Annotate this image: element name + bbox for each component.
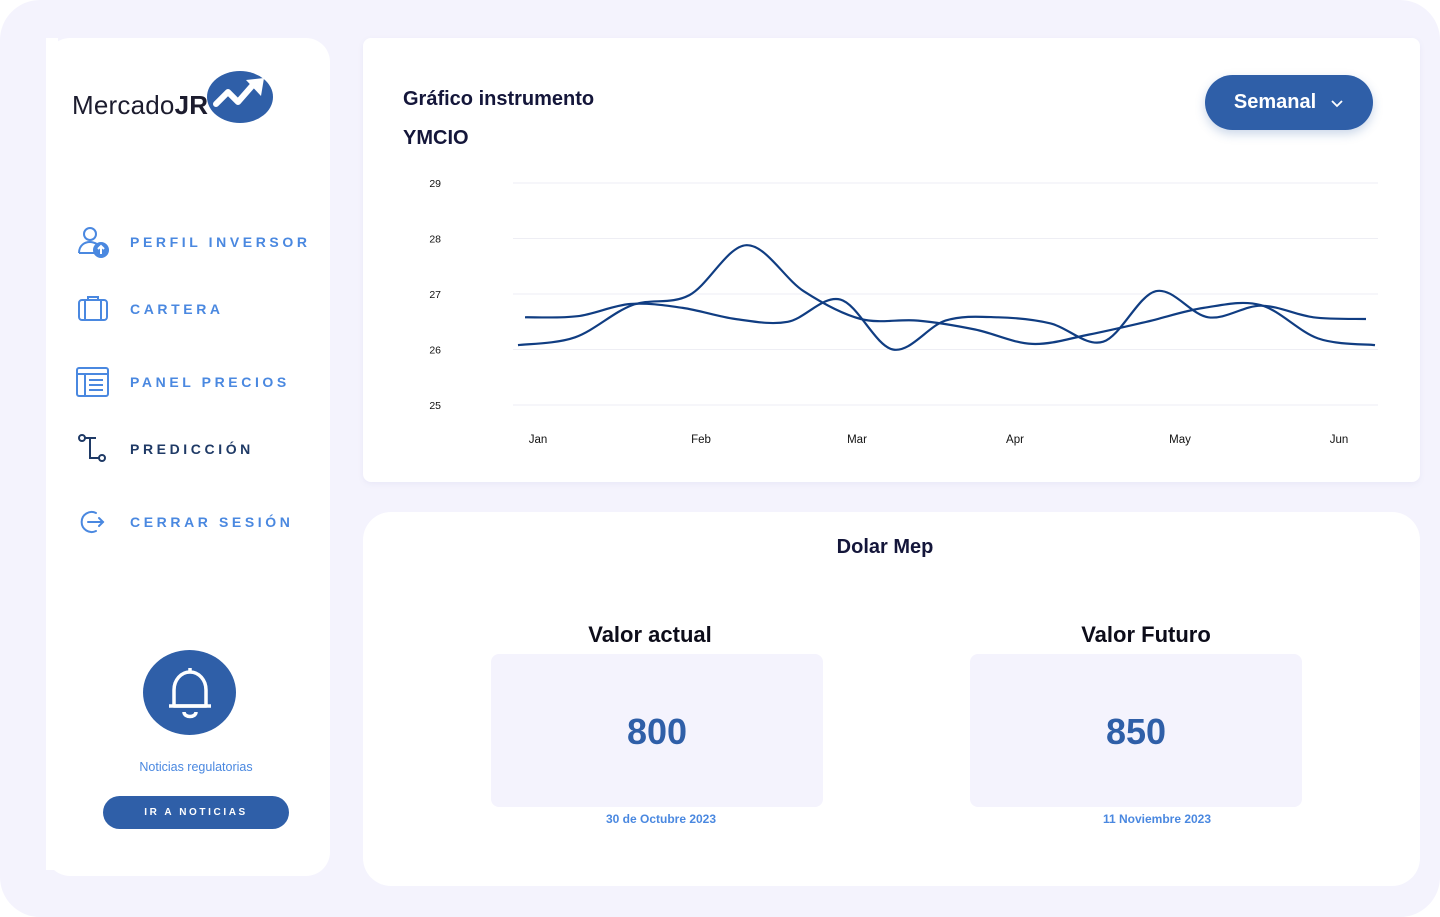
sidebar-item-perfil-inversor[interactable]: PERFIL INVERSOR: [76, 225, 311, 259]
sidebar-item-label: CERRAR SESIÓN: [130, 514, 294, 530]
go-to-news-button[interactable]: IR A NOTICIAS: [103, 796, 289, 829]
sidebar-item-label: PERFIL INVERSOR: [130, 234, 311, 250]
current-value-date: 30 de Octubre 2023: [605, 812, 717, 826]
future-value: 850: [1105, 710, 1167, 752]
sidebar-item-cartera[interactable]: CARTERA: [76, 292, 224, 326]
current-value: 800: [626, 710, 688, 752]
instrument-name: YMCIO: [403, 127, 469, 149]
logout-icon: [76, 505, 110, 539]
trend-up-icon: [207, 71, 273, 123]
sidebar-item-cerrar-sesion[interactable]: CERRAR SESIÓN: [76, 505, 293, 539]
y-tick-label: 28: [429, 234, 441, 246]
current-value-box: 800: [491, 654, 823, 807]
series-line: [524, 289, 1367, 351]
future-value-title: Valor Futuro: [1081, 622, 1211, 647]
series-line: [517, 244, 1376, 347]
chart-title: Gráfico instrumento: [403, 88, 595, 110]
dolar-title: Dolar Mep: [836, 536, 934, 558]
briefcase-icon: [76, 292, 110, 326]
period-value: Semanal: [1233, 91, 1317, 113]
x-tick-label: Jun: [1330, 434, 1349, 446]
sidebar-item-panel-precios[interactable]: PANEL PRECIOS: [76, 365, 290, 399]
period-dropdown[interactable]: Semanal: [1205, 75, 1373, 130]
sidebar-item-label: PREDICCIÓN: [130, 441, 254, 457]
x-tick-label: Feb: [691, 434, 711, 446]
bell-icon: [168, 667, 211, 718]
y-tick-label: 25: [429, 400, 441, 412]
chevron-down-icon: [1331, 99, 1343, 107]
sidebar-item-label: CARTERA: [130, 301, 224, 317]
news-label: Noticias regulatorias: [139, 760, 253, 774]
current-value-title: Valor actual: [588, 622, 712, 647]
x-tick-label: Mar: [847, 434, 867, 446]
notifications-button[interactable]: [143, 650, 236, 735]
brand-logo[interactable]: MercadoJR: [72, 70, 292, 126]
brand-name: MercadoJR: [72, 90, 209, 120]
sidebar-item-prediccion[interactable]: PREDICCIÓN: [76, 432, 254, 466]
x-tick-label: Apr: [1006, 434, 1024, 446]
future-value-date: 11 Noviembre 2023: [1102, 812, 1212, 826]
y-tick-label: 27: [429, 289, 441, 301]
list-panel-icon: [76, 365, 110, 399]
x-tick-label: Jan: [529, 434, 548, 446]
y-tick-label: 29: [429, 178, 441, 190]
y-tick-label: 26: [429, 345, 441, 357]
sidebar-edge: [46, 38, 58, 870]
future-value-box: 850: [970, 654, 1302, 807]
user-upload-icon: [76, 225, 110, 259]
x-tick-label: May: [1169, 434, 1191, 446]
line-chart: 25 26 27 28 29 Jan Feb Mar Apr May Jun: [429, 178, 1378, 446]
sidebar-item-label: PANEL PRECIOS: [130, 374, 290, 390]
prediction-path-icon: [76, 432, 110, 466]
